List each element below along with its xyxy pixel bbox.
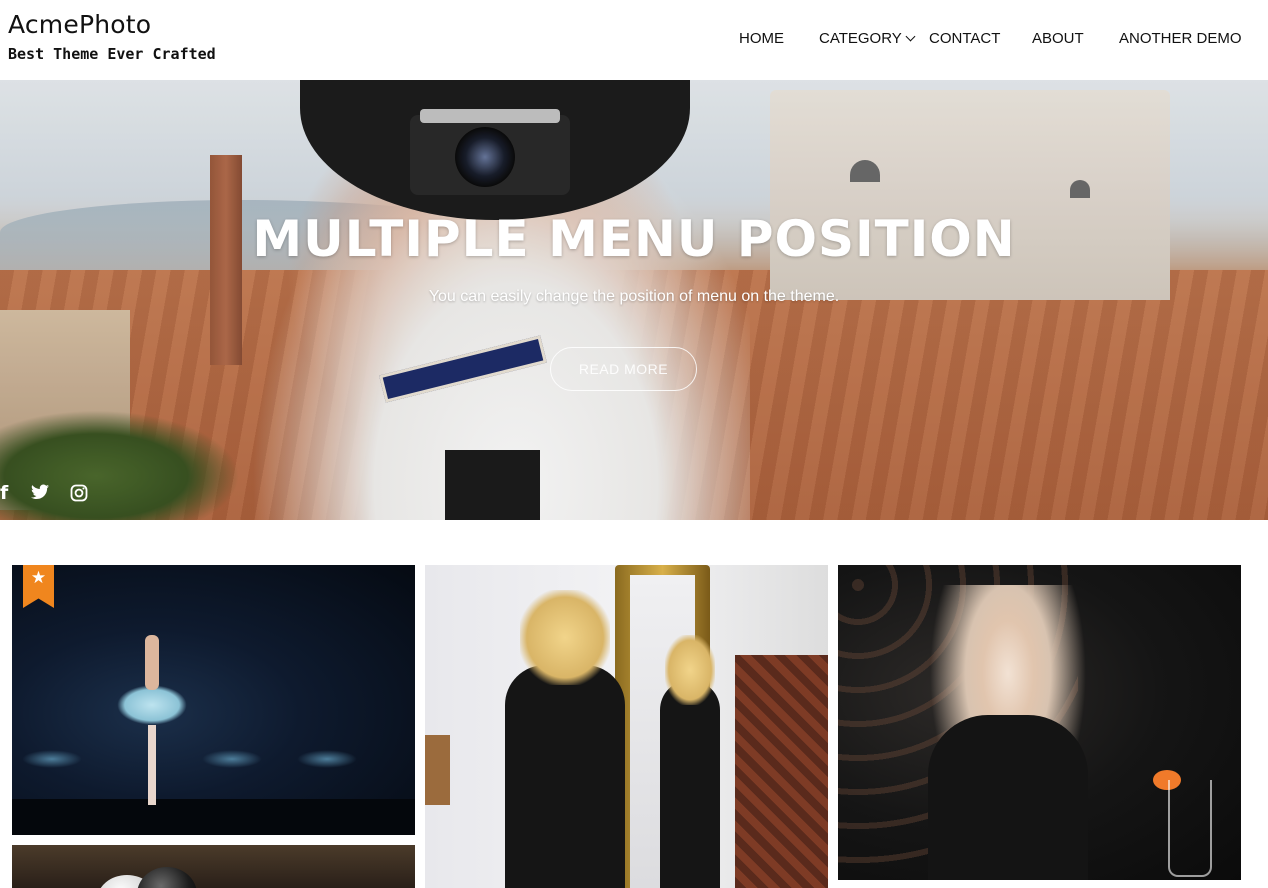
gallery-tile-bar[interactable] (838, 565, 1241, 880)
nav-item-label: CONTACT (929, 30, 1001, 47)
hero-title: MULTIPLE MENU POSITION (252, 210, 1016, 268)
nav-item-another-demo[interactable]: ANOTHER DEMO (1119, 30, 1242, 47)
chevron-down-icon (905, 31, 916, 42)
nav-item-label: HOME (739, 30, 784, 47)
balloon (137, 867, 197, 888)
ballet-dancer (117, 685, 187, 725)
nav-item-label: ABOUT (1032, 30, 1084, 47)
nav-item-label: ANOTHER DEMO (1119, 30, 1242, 47)
nav-item-contact[interactable]: CONTACT (929, 30, 1000, 47)
nav-item-category[interactable]: CATEGORY (819, 30, 916, 47)
read-more-button[interactable]: READ MORE (550, 347, 697, 391)
gallery-tile-mirror[interactable] (425, 565, 828, 888)
site-header: AcmePhoto Best Theme Ever Crafted HOME C… (0, 0, 1268, 80)
star-icon: ★ (30, 568, 47, 587)
hero-slider[interactable]: MULTIPLE MENU POSITION You can easily ch… (0, 80, 1268, 520)
hero-subtitle: You can easily change the position of me… (428, 288, 840, 305)
nav-item-home[interactable]: HOME (739, 30, 784, 47)
twitter-icon[interactable] (31, 484, 49, 504)
instagram-icon[interactable] (70, 484, 88, 506)
woman-figure (505, 665, 625, 888)
gallery-tile-ballet[interactable] (12, 565, 415, 835)
nav-item-label: CATEGORY (819, 30, 902, 47)
nav-item-about[interactable]: ABOUT (1032, 30, 1084, 47)
facebook-icon[interactable]: f (0, 482, 8, 504)
main-nav: HOME CATEGORY CONTACT ABOUT ANOTHER DEMO (0, 30, 1268, 52)
gallery-tile-balloons[interactable] (12, 845, 415, 888)
